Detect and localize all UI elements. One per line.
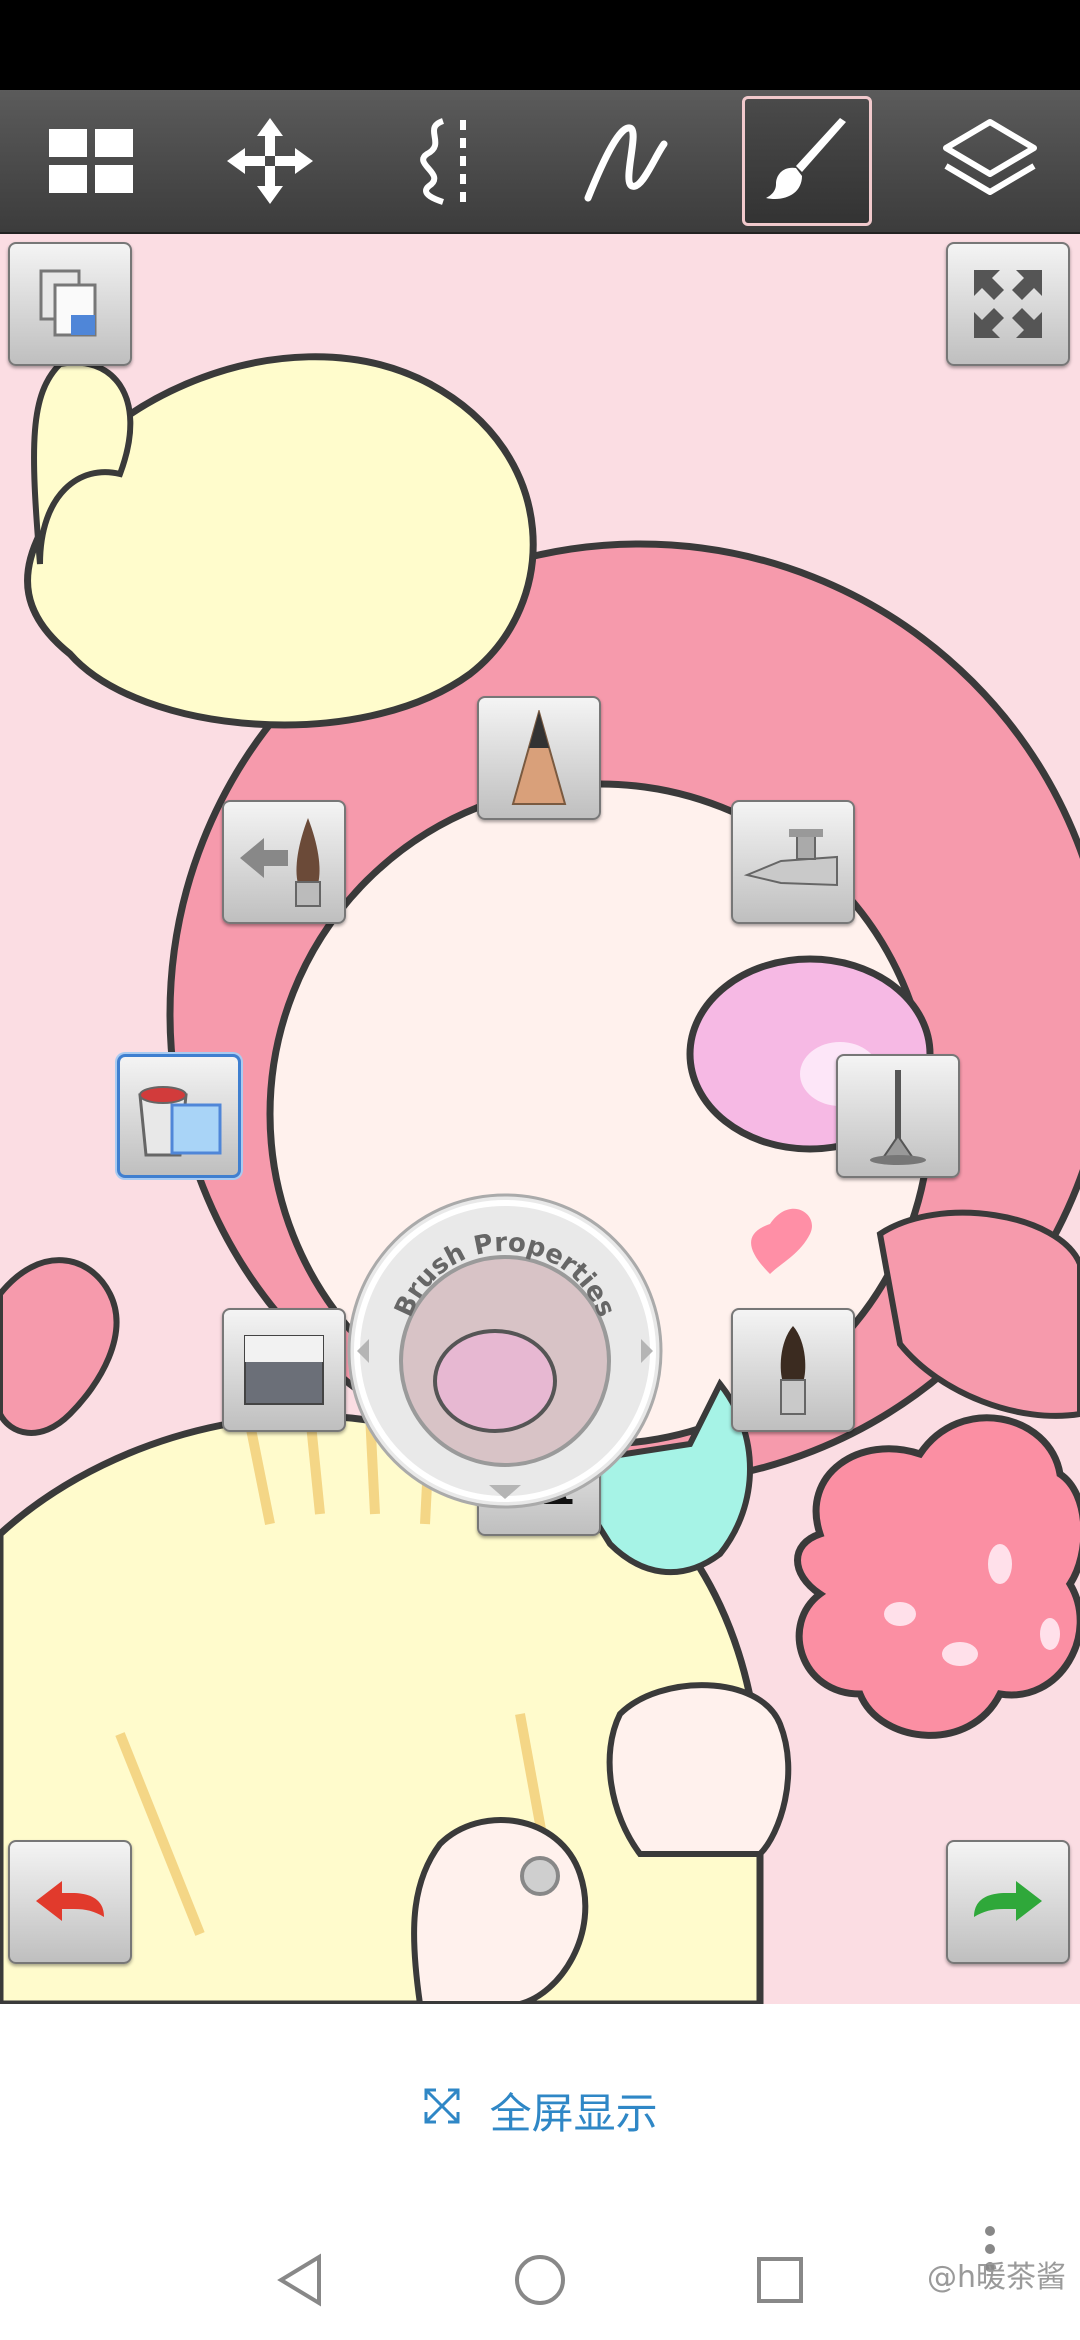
stroke-curve-icon[interactable] bbox=[560, 96, 690, 226]
layers-icon[interactable] bbox=[925, 96, 1055, 226]
document-copy-button[interactable] bbox=[8, 242, 132, 366]
grid-menu-icon[interactable] bbox=[26, 96, 156, 226]
symmetry-icon[interactable] bbox=[382, 96, 512, 226]
nav-back-icon[interactable] bbox=[270, 2250, 330, 2310]
fullscreen-toggle[interactable]: 全屏显示 bbox=[0, 2080, 1080, 2141]
canvas-pivot-handle[interactable] bbox=[520, 1856, 560, 1896]
watermark-text: @h暖茶酱 bbox=[926, 2260, 1066, 2295]
marker-tool-button[interactable] bbox=[731, 1308, 855, 1432]
pen-nib-tool-button[interactable] bbox=[836, 1054, 960, 1178]
nav-home-icon[interactable] bbox=[510, 2250, 570, 2310]
fit-canvas-button[interactable] bbox=[946, 242, 1070, 366]
smudge-brush-tool-button[interactable] bbox=[222, 800, 346, 924]
expand-icon bbox=[422, 2087, 475, 2136]
brush-properties-puck[interactable]: Brush Properties bbox=[345, 1191, 665, 1511]
airbrush-tool-button[interactable] bbox=[731, 800, 855, 924]
drawing-canvas[interactable]: A Brush Properties bbox=[0, 234, 1080, 2004]
fullscreen-label: 全屏显示 bbox=[489, 2089, 658, 2138]
pencil-tool-button[interactable] bbox=[477, 696, 601, 820]
top-toolbar bbox=[0, 90, 1080, 234]
move-arrows-icon[interactable] bbox=[205, 96, 335, 226]
undo-button[interactable] bbox=[8, 1840, 132, 1964]
fill-bucket-tool-button[interactable] bbox=[117, 1054, 241, 1178]
paintbrush-icon[interactable] bbox=[742, 96, 872, 226]
system-nav-bar bbox=[0, 2220, 1080, 2340]
eraser-tool-button[interactable] bbox=[222, 1308, 346, 1432]
nav-recents-icon[interactable] bbox=[750, 2250, 810, 2310]
redo-button[interactable] bbox=[946, 1840, 1070, 1964]
status-bar bbox=[0, 0, 1080, 90]
